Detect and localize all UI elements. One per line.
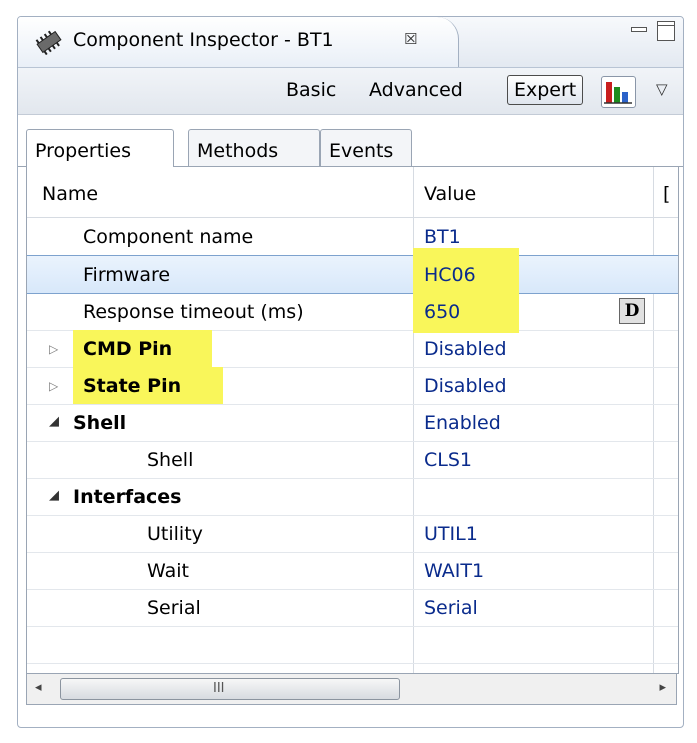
property-value[interactable]: 650 [424, 301, 460, 323]
close-icon[interactable]: ☒ [404, 30, 417, 48]
property-value[interactable]: WAIT1 [424, 560, 484, 582]
table-row[interactable]: Shell CLS1 [27, 441, 678, 479]
header-name[interactable]: Name [42, 183, 98, 205]
property-group-name: Shell [73, 412, 127, 434]
minimize-icon[interactable] [631, 27, 647, 32]
table-row[interactable]: Response timeout (ms) 650 D [27, 293, 678, 333]
scrollbar-thumb[interactable]: III [60, 678, 400, 700]
table-row[interactable]: ▷ State Pin Disabled [27, 367, 678, 405]
property-value[interactable]: Enabled [424, 412, 501, 434]
table-row[interactable]: Utility UTIL1 [27, 515, 678, 553]
property-value[interactable]: Disabled [424, 375, 507, 397]
tab-methods[interactable]: Methods [188, 129, 320, 166]
horizontal-scrollbar[interactable]: ◂ III ▸ [26, 673, 677, 705]
property-value[interactable]: HC06 [424, 264, 476, 286]
property-group-name: CMD Pin [83, 338, 173, 360]
property-group-name: Interfaces [73, 486, 182, 508]
view-title-bar: Component Inspector - BT1 ☒ [18, 17, 683, 68]
table-row[interactable]: ◢ Interfaces [27, 478, 678, 516]
component-inspector-view: Component Inspector - BT1 ☒ Basic Advanc… [17, 16, 684, 728]
bar-chart-icon[interactable] [601, 76, 636, 108]
tab-properties[interactable]: Properties [26, 129, 174, 167]
property-name: Firmware [83, 264, 171, 286]
table-row-selected[interactable]: Firmware HC06 [27, 248, 678, 308]
property-value[interactable]: Disabled [424, 338, 507, 360]
collapse-icon[interactable]: ◢ [49, 488, 59, 503]
property-name: Component name [83, 226, 254, 248]
table-row-empty [27, 626, 678, 664]
property-name: Response timeout (ms) [83, 301, 304, 323]
table-row[interactable]: Serial Serial [27, 589, 678, 627]
expand-icon[interactable]: ▷ [49, 342, 58, 356]
advanced-mode-button[interactable]: Advanced [369, 79, 463, 101]
property-value[interactable]: BT1 [424, 226, 461, 248]
view-menu-icon[interactable]: ▽ [656, 80, 668, 98]
expand-icon[interactable]: ▷ [49, 379, 58, 393]
header-third-column[interactable]: [ [663, 183, 670, 205]
property-value[interactable]: UTIL1 [424, 523, 478, 545]
scroll-left-icon[interactable]: ◂ [35, 680, 42, 695]
table-header: Name Value [ [27, 167, 678, 218]
property-name: Wait [147, 560, 189, 582]
collapse-icon[interactable]: ◢ [49, 414, 59, 429]
properties-table: Name Value [ Component name BT1 Firmware… [26, 167, 679, 674]
maximize-icon[interactable] [657, 21, 675, 41]
table-row[interactable]: ◢ Shell Enabled [27, 404, 678, 442]
view-tab[interactable]: Component Inspector - BT1 ☒ [18, 17, 459, 67]
view-title: Component Inspector - BT1 [73, 29, 334, 51]
table-row[interactable]: ▷ CMD Pin Disabled [27, 330, 678, 368]
scrollbar-grip: III [213, 681, 225, 696]
expert-mode-button[interactable]: Expert [507, 75, 584, 105]
scroll-right-icon[interactable]: ▸ [659, 680, 666, 695]
table-row[interactable]: Wait WAIT1 [27, 552, 678, 590]
property-group-name: State Pin [83, 375, 182, 397]
property-name: Shell [147, 449, 194, 471]
tab-events[interactable]: Events [320, 129, 412, 166]
property-name: Serial [147, 597, 201, 619]
inspector-tabs: Properties Methods Events [18, 115, 683, 167]
property-value[interactable]: CLS1 [424, 449, 472, 471]
basic-mode-button[interactable]: Basic [286, 79, 336, 101]
default-value-button[interactable]: D [619, 298, 645, 324]
table-row[interactable]: Component name BT1 [27, 218, 678, 256]
header-value[interactable]: Value [424, 183, 476, 205]
property-value[interactable]: Serial [424, 597, 478, 619]
component-chip-icon [35, 30, 62, 55]
property-name: Utility [147, 523, 203, 545]
inspector-toolbar: Basic Advanced Expert ▽ [18, 68, 683, 115]
